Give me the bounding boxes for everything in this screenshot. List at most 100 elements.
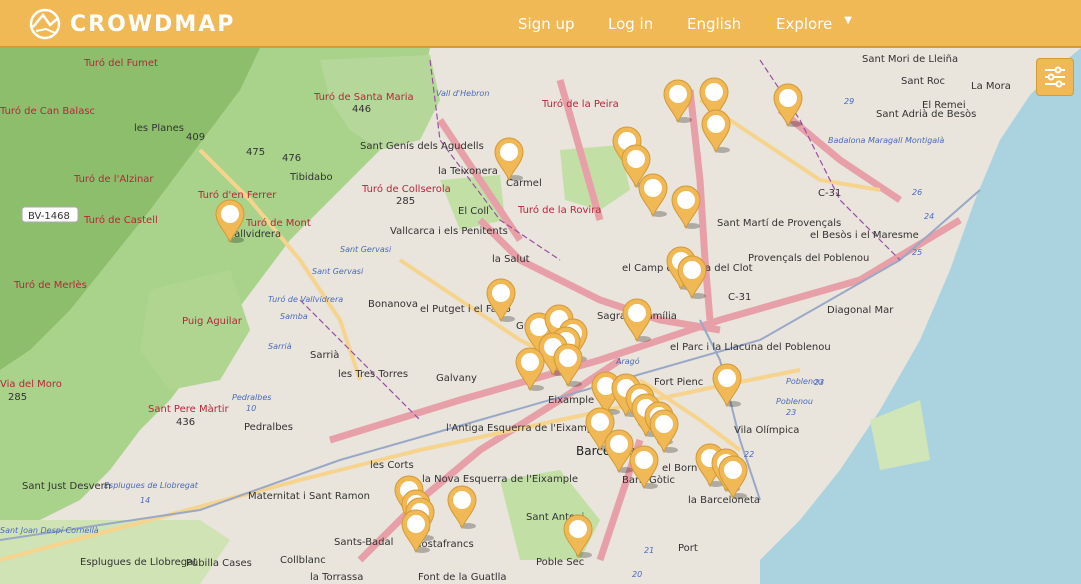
label-merles: Turó de Merlès	[13, 279, 87, 291]
label-teixonera: la Teixonera	[438, 166, 498, 177]
label-25: 25	[912, 248, 922, 257]
label-26: 26	[912, 188, 922, 197]
label-castell: Turó de Castell	[83, 214, 158, 226]
label-285: 285	[396, 196, 415, 207]
label-esplugues: Esplugues de Llobregat	[80, 557, 197, 568]
label-436: 436	[176, 417, 195, 428]
nav-signup[interactable]: Sign up	[518, 0, 575, 48]
label-turo-peira: Turó de la Peira	[541, 98, 619, 110]
label-bv1468: BV-1468	[28, 211, 70, 222]
label-285b: 285	[8, 392, 27, 403]
label-poble-sec: Poble Sec	[536, 557, 584, 568]
label-sarria: Sarrià	[310, 349, 339, 361]
label-puig-aguilar: Puig Aguilar	[182, 316, 243, 327]
label-genis: Sant Genís dels Agudells	[360, 140, 484, 152]
label-provencals: Provençals del Poblenou	[748, 253, 869, 264]
label-446: 446	[352, 104, 371, 115]
label-esplugues-st: Esplugues de Llobregat	[104, 481, 199, 490]
label-el-coll: El Coll	[458, 206, 489, 217]
label-nova-esq: la Nova Esquerra de l'Eixample	[422, 474, 578, 485]
label-22: 22	[744, 450, 754, 459]
login-link[interactable]: Log in	[608, 15, 653, 33]
label-turo-mont: Turó de Mont	[245, 217, 311, 229]
label-barceloneta: la Barceloneta	[688, 495, 760, 506]
crowdmap-logo[interactable]: CROWDMAP	[28, 7, 235, 41]
label-sarria-st: Sarrià	[268, 342, 292, 351]
label-el-remei: El Remei	[922, 100, 966, 111]
label-turo-ferrer: Turó d'en Ferrer	[197, 189, 277, 201]
label-23b: 23	[786, 408, 796, 417]
label-sant-gervasi2: Sant Gervasi	[312, 267, 364, 276]
label-pubilla: Pubilla Cases	[186, 558, 252, 569]
logo-text: CROWDMAP	[70, 11, 236, 37]
label-tres-torres: les Tres Torres	[338, 369, 408, 380]
nav-explore[interactable]: Explore ▼	[776, 0, 852, 48]
signup-link[interactable]: Sign up	[518, 15, 575, 33]
label-20: 20	[632, 570, 642, 579]
label-font-guatlla: Font de la Guatlla	[418, 572, 507, 583]
label-torrassa: la Torrassa	[310, 572, 363, 583]
label-galvany: Galvany	[436, 373, 477, 384]
label-vila-olimpica: Vila Olímpica	[734, 424, 799, 436]
label-sant-mori: Sant Mori de Lleiña	[862, 54, 958, 65]
label-via-moro: Via del Moro	[0, 379, 62, 390]
label-la-salut: la Salut	[492, 254, 530, 265]
label-la-mora: La Mora	[971, 81, 1011, 92]
label-sant-joan-despi: Sant Joan Despí Cornellà	[0, 526, 99, 535]
label-collblanc: Collblanc	[280, 555, 326, 566]
label-21: 21	[644, 546, 654, 555]
label-vallcarca: Vallcarca i els Penitents	[390, 226, 508, 237]
label-476: 476	[282, 153, 301, 164]
label-born: el Born	[662, 463, 697, 474]
label-port: Port	[678, 543, 698, 554]
label-pedralbes: Pedralbes	[244, 422, 293, 433]
label-sant-roc: Sant Roc	[901, 76, 945, 87]
label-turo-rovira: Turó de la Rovira	[517, 204, 601, 216]
label-bonanova: Bonanova	[368, 299, 418, 310]
label-eixample: Eixample	[548, 395, 594, 406]
map-canvas[interactable]: Turó del Fumet Turó de Can Balasc les Pl…	[0, 48, 1081, 584]
label-les-corts: les Corts	[370, 460, 414, 471]
label-sant-just: Sant Just Desvern	[22, 481, 111, 492]
label-antiga-esq: l'Antiga Esquerra de l'Eixample	[446, 423, 602, 434]
label-sants-badal: Sants-Badal	[334, 537, 393, 548]
label-fort-pienc: Fort Pienc	[654, 377, 703, 388]
label-29: 29	[844, 97, 854, 106]
label-poblenou2: Poblenou	[776, 397, 813, 406]
label-c31a: C-31	[818, 188, 841, 199]
label-les-planes: les Planes	[134, 123, 184, 134]
language-link[interactable]: English	[687, 15, 741, 33]
filter-settings-button[interactable]	[1036, 58, 1074, 96]
label-sant-pere: Sant Pere Màrtir	[148, 403, 230, 415]
label-can-balasc: Turó de Can Balasc	[0, 105, 95, 117]
nav-login[interactable]: Log in	[608, 0, 653, 48]
map-view[interactable]: Turó del Fumet Turó de Can Balasc les Pl…	[0, 48, 1081, 584]
label-sant-gervasi: Sant Gervasi	[340, 245, 392, 254]
label-24: 24	[924, 212, 934, 221]
label-tibidabo: Tibidabo	[289, 172, 333, 183]
label-badalona: Badalona Maragall Montigalà	[828, 136, 944, 145]
label-c31b: C-31	[728, 292, 751, 303]
label-turo-vallvidrera: Turó de Vallvidrera	[268, 294, 343, 304]
label-475: 475	[246, 147, 265, 158]
label-409: 409	[186, 132, 205, 143]
nav-language[interactable]: English	[687, 0, 741, 48]
label-pedralbes-st: Pedralbes	[232, 393, 271, 402]
label-collserola: Turó de Collserola	[361, 183, 451, 195]
label-parc-llacuna: el Parc i la Llacuna del Poblenou	[670, 342, 831, 353]
explore-link[interactable]: Explore	[776, 15, 832, 33]
label-sant-marti: Sant Martí de Provençals	[717, 217, 841, 229]
label-samba: Samba	[280, 312, 308, 321]
label-23a: 23	[814, 378, 824, 387]
label-maternitat: Maternitat i Sant Ramon	[248, 491, 370, 502]
label-alzinar: Turó de l'Alzinar	[73, 173, 154, 185]
label-10: 10	[246, 404, 256, 413]
logo-icon	[29, 8, 61, 40]
label-arago: Aragó	[615, 356, 640, 366]
caret-down-icon: ▼	[844, 14, 852, 26]
label-besos: el Besòs i el Maresme	[810, 229, 919, 241]
label-vall-hebron: Vall d'Hebron	[436, 89, 489, 98]
label-14: 14	[140, 496, 150, 505]
label-santa-maria: Turó de Santa Maria	[313, 91, 414, 103]
top-navigation-bar: CROWDMAP Sign up Log in English Explore ▼	[0, 0, 1081, 48]
